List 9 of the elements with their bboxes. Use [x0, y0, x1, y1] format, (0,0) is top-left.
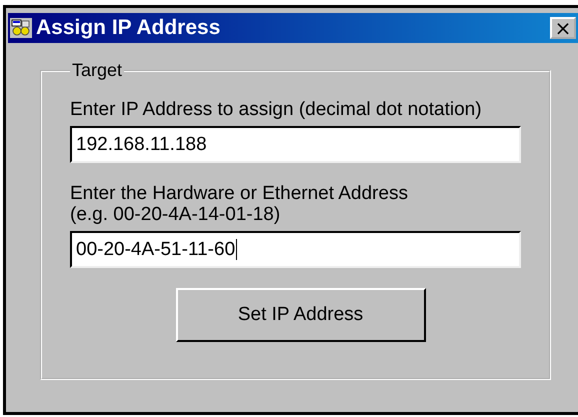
group-title: Target — [71, 60, 124, 81]
network-icon — [10, 18, 32, 38]
input-field[interactable]: 192.168.11.188 — [70, 126, 521, 163]
close-button[interactable]: × — [550, 17, 576, 39]
set-ip-address-button[interactable]: Set IP Address — [176, 288, 426, 342]
field-label: Enter IP Address to assign (decimal dot notation) — [70, 99, 483, 120]
window-title: Assign IP Address — [36, 16, 222, 40]
field-label: Enter the Hardware or Ethernet Address (e.g. 00-20-4A-14-01-18) — [70, 183, 409, 225]
input-field[interactable]: 00-20-4A-51-11-60 — [70, 231, 521, 268]
